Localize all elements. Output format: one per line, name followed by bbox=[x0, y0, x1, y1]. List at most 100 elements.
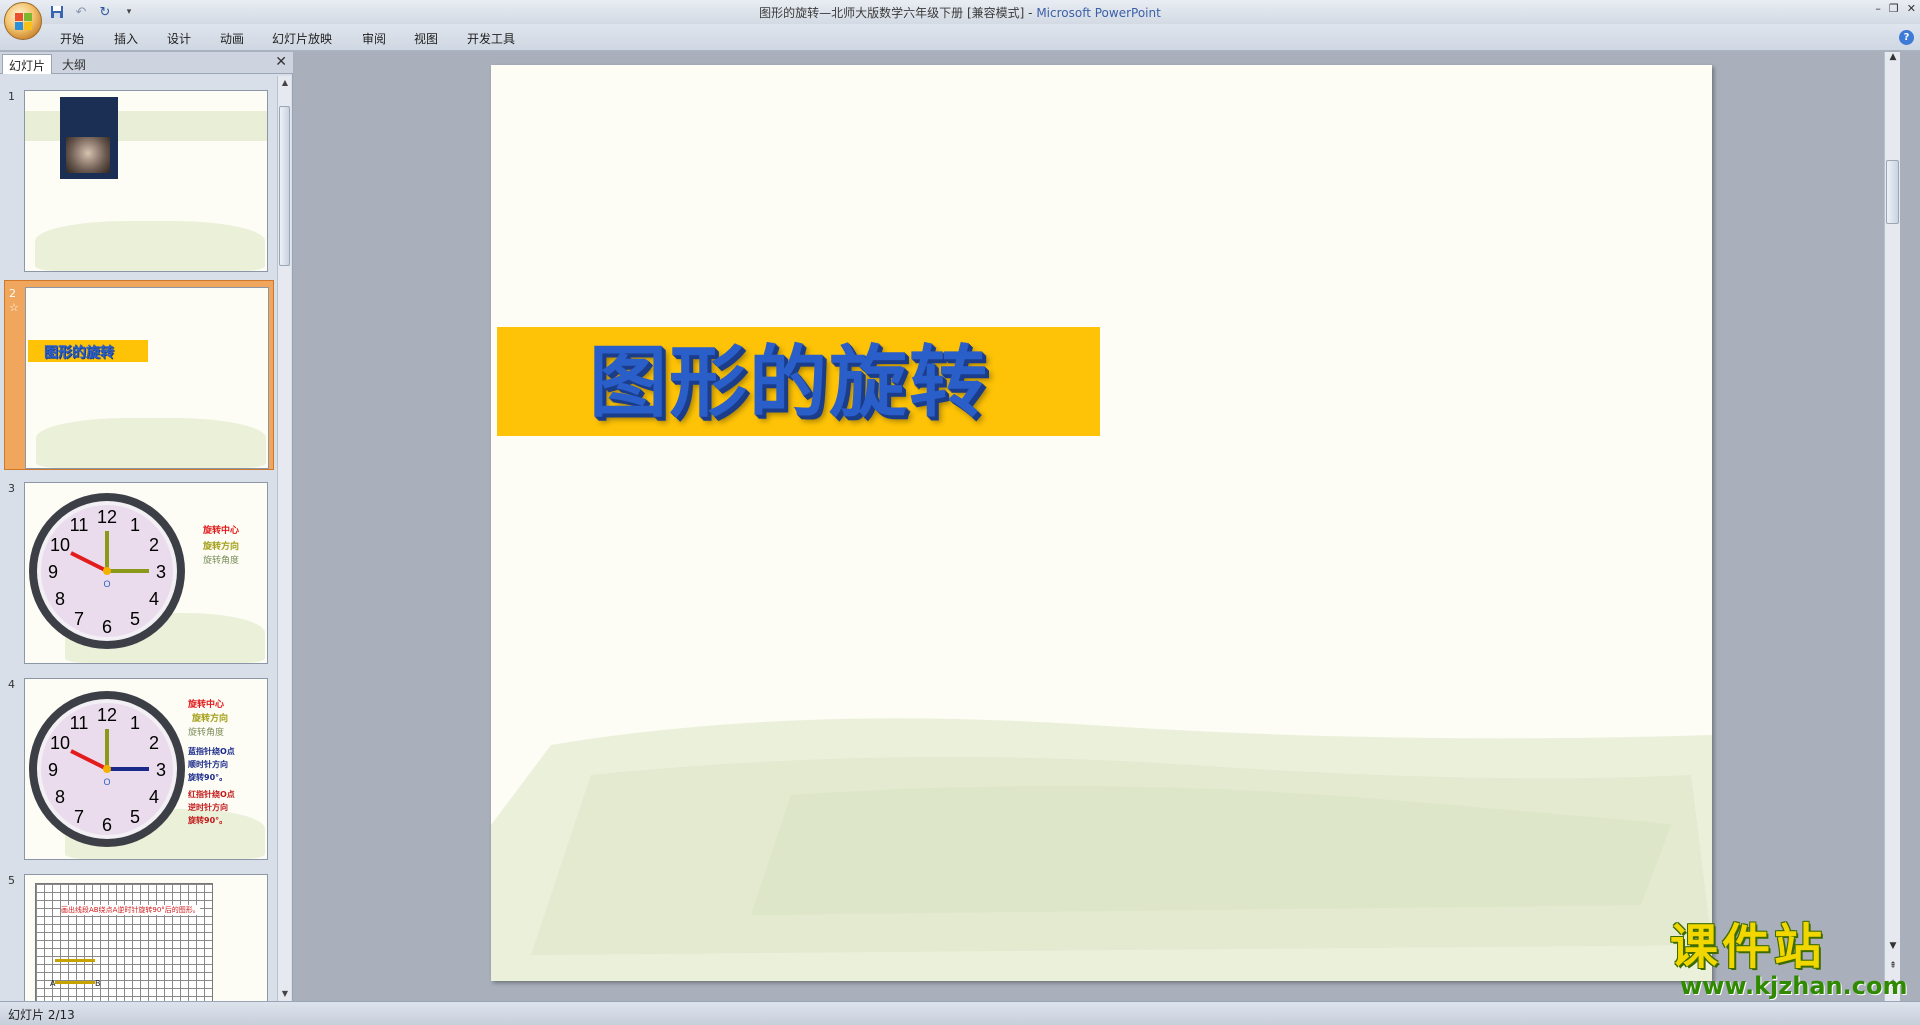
clock-number: 10 bbox=[50, 733, 70, 753]
clock-center-label: O bbox=[103, 579, 110, 589]
animation-star-icon: ☆ bbox=[9, 301, 19, 314]
clock-diagram: 12 1 2 3 4 5 6 7 8 9 10 11 O bbox=[29, 493, 185, 649]
watermark: 课件站 www.kjzhan.com bbox=[1670, 920, 1910, 1000]
app-name: Microsoft PowerPoint bbox=[1036, 6, 1161, 20]
clock-number: 4 bbox=[149, 589, 159, 609]
red-hand-desc-3: 旋转90°。 bbox=[188, 816, 228, 825]
clock-number: 4 bbox=[149, 787, 159, 807]
slide-number: 5 bbox=[8, 874, 15, 887]
green-brush-background bbox=[491, 718, 1712, 981]
tab-developer[interactable]: 开发工具 bbox=[467, 30, 515, 47]
slide-number: 3 bbox=[8, 482, 15, 495]
point-b-label: B bbox=[95, 979, 101, 988]
slide-number: 1 bbox=[8, 90, 15, 103]
tab-slideshow[interactable]: 幻灯片放映 bbox=[272, 30, 332, 47]
green-brush bbox=[35, 221, 265, 271]
slide-preview: 12 1 2 3 4 5 6 7 8 9 10 11 O 旋转中心 旋转方向 旋… bbox=[24, 678, 268, 860]
clock-center-label: O bbox=[103, 777, 110, 787]
tab-outline[interactable]: 大纲 bbox=[56, 54, 92, 74]
slide-preview: 12 1 2 3 4 5 6 7 8 9 10 11 O 旋转中心 旋转方向 旋… bbox=[24, 482, 268, 664]
clock-number: 11 bbox=[70, 713, 89, 733]
label-rotation-angle: 旋转角度 bbox=[203, 556, 240, 566]
clock-number: 12 bbox=[97, 507, 117, 527]
slide-thumbnail-4[interactable]: 4 12 1 2 3 4 5 6 7 8 9 10 11 O 旋转中心 旋转方向… bbox=[4, 672, 274, 862]
segment-ab bbox=[55, 981, 95, 984]
clock-number: 9 bbox=[48, 562, 58, 582]
blue-hand-desc-2: 顺时针方向 bbox=[188, 760, 228, 769]
status-bar: 幻灯片 2/13 bbox=[0, 1001, 1920, 1025]
clock-number: 5 bbox=[130, 807, 140, 827]
scroll-up-icon[interactable]: ▲ bbox=[1885, 52, 1901, 66]
restore-button[interactable]: ❐ bbox=[1889, 2, 1899, 15]
clock-number: 2 bbox=[149, 733, 159, 753]
clock-number: 1 bbox=[130, 713, 140, 733]
close-pane-icon[interactable]: ✕ bbox=[275, 54, 287, 70]
clock-number: 1 bbox=[130, 515, 140, 535]
slide-preview: 图形的旋转 bbox=[25, 287, 269, 469]
label-rotation-direction: 旋转方向 bbox=[192, 714, 229, 724]
red-hand-desc-2: 逆时针方向 bbox=[188, 803, 228, 812]
office-button[interactable] bbox=[4, 2, 42, 40]
slide-thumbnail-5[interactable]: 5 画出线段AB绕点A逆时针旋转90°后的图形。 A B bbox=[4, 868, 274, 1001]
scroll-thumb[interactable] bbox=[1886, 160, 1899, 224]
clock-number: 3 bbox=[156, 760, 166, 780]
slide-title[interactable]: 图形的旋转 bbox=[589, 339, 989, 427]
clock-number: 7 bbox=[74, 609, 84, 629]
title-bar: ↶ ↻ ▾ 图形的旋转—北师大版数学六年级下册 [兼容模式] - Microso… bbox=[0, 0, 1920, 40]
slide-number: 4 bbox=[8, 678, 15, 691]
document-title: 图形的旋转—北师大版数学六年级下册 [兼容模式] - bbox=[759, 6, 1037, 20]
slide-preview bbox=[24, 90, 268, 272]
scroll-up-icon[interactable]: ▲ bbox=[278, 76, 292, 90]
clock-number: 7 bbox=[74, 807, 84, 827]
window-controls: – ❐ ✕ bbox=[1875, 2, 1916, 15]
point-a-label: A bbox=[50, 979, 56, 988]
watermark-url: www.kjzhan.com bbox=[1680, 972, 1908, 1000]
tab-animations[interactable]: 动画 bbox=[220, 30, 244, 47]
scroll-down-icon[interactable]: ▼ bbox=[278, 987, 292, 1001]
label-rotation-center: 旋转中心 bbox=[188, 700, 225, 710]
clock-number: 8 bbox=[55, 589, 65, 609]
grid-instruction: 画出线段AB绕点A逆时针旋转90°后的图形。 bbox=[61, 905, 200, 915]
clock-number: 2 bbox=[149, 535, 159, 555]
slide-editing-area: 图形的旋转 ▲ ▼ ⇞ ⇟ bbox=[294, 52, 1900, 1001]
tab-design[interactable]: 设计 bbox=[167, 30, 191, 47]
blue-hand-desc-1: 蓝指针绕O点 bbox=[188, 747, 235, 756]
clock-number: 10 bbox=[50, 535, 70, 555]
red-hand-desc-1: 红指针绕O点 bbox=[188, 790, 235, 799]
clock-number: 8 bbox=[55, 787, 65, 807]
tab-review[interactable]: 审阅 bbox=[362, 30, 386, 47]
window-title: 图形的旋转—北师大版数学六年级下册 [兼容模式] - Microsoft Pow… bbox=[0, 4, 1920, 21]
clock-number: 3 bbox=[156, 562, 166, 582]
slide-thumbnail-1[interactable]: 1 bbox=[4, 84, 274, 274]
thumb-title-banner: 图形的旋转 bbox=[28, 340, 148, 362]
slide-counter: 幻灯片 2/13 bbox=[8, 1008, 75, 1022]
slide-number: 2 bbox=[9, 287, 16, 300]
clock-number: 11 bbox=[70, 515, 89, 535]
close-button[interactable]: ✕ bbox=[1907, 2, 1916, 15]
label-rotation-center: 旋转中心 bbox=[203, 526, 240, 536]
clock-number: 9 bbox=[48, 760, 58, 780]
office-logo-icon bbox=[15, 13, 33, 31]
tab-view[interactable]: 视图 bbox=[414, 30, 438, 47]
slide-thumbnail-3[interactable]: 3 12 1 2 3 4 5 6 7 8 9 10 11 O 旋转中心 旋转方向… bbox=[4, 476, 274, 666]
clock-number: 12 bbox=[97, 705, 117, 725]
blue-hand-desc-3: 旋转90°。 bbox=[188, 773, 228, 782]
help-icon[interactable]: ? bbox=[1899, 30, 1914, 45]
tab-home[interactable]: 开始 bbox=[60, 30, 84, 47]
minimize-button[interactable]: – bbox=[1875, 2, 1881, 15]
portrait-image bbox=[60, 97, 118, 179]
segment-rotated bbox=[55, 959, 95, 962]
tab-insert[interactable]: 插入 bbox=[114, 30, 138, 47]
thumbnail-scrollbar[interactable]: ▲ ▼ bbox=[277, 76, 291, 1001]
slide-preview: 画出线段AB绕点A逆时针旋转90°后的图形。 A B bbox=[24, 874, 268, 1001]
label-rotation-angle: 旋转角度 bbox=[188, 728, 225, 738]
title-banner[interactable]: 图形的旋转 bbox=[497, 327, 1100, 436]
tab-slides[interactable]: 幻灯片 bbox=[2, 54, 53, 74]
watermark-title: 课件站 bbox=[1670, 919, 1827, 975]
scroll-thumb[interactable] bbox=[279, 106, 290, 266]
slide-scrollbar[interactable]: ▲ ▼ ⇞ ⇟ bbox=[1884, 52, 1900, 1001]
clock-diagram: 12 1 2 3 4 5 6 7 8 9 10 11 O bbox=[29, 691, 185, 847]
current-slide[interactable]: 图形的旋转 bbox=[491, 65, 1712, 981]
slide-thumbnail-2[interactable]: 2 ☆ 图形的旋转 bbox=[4, 280, 274, 470]
slide-thumbnails: 1 2 ☆ 图形的旋转 3 12 1 2 3 4 5 6 7 8 9 10 11… bbox=[0, 76, 276, 1001]
